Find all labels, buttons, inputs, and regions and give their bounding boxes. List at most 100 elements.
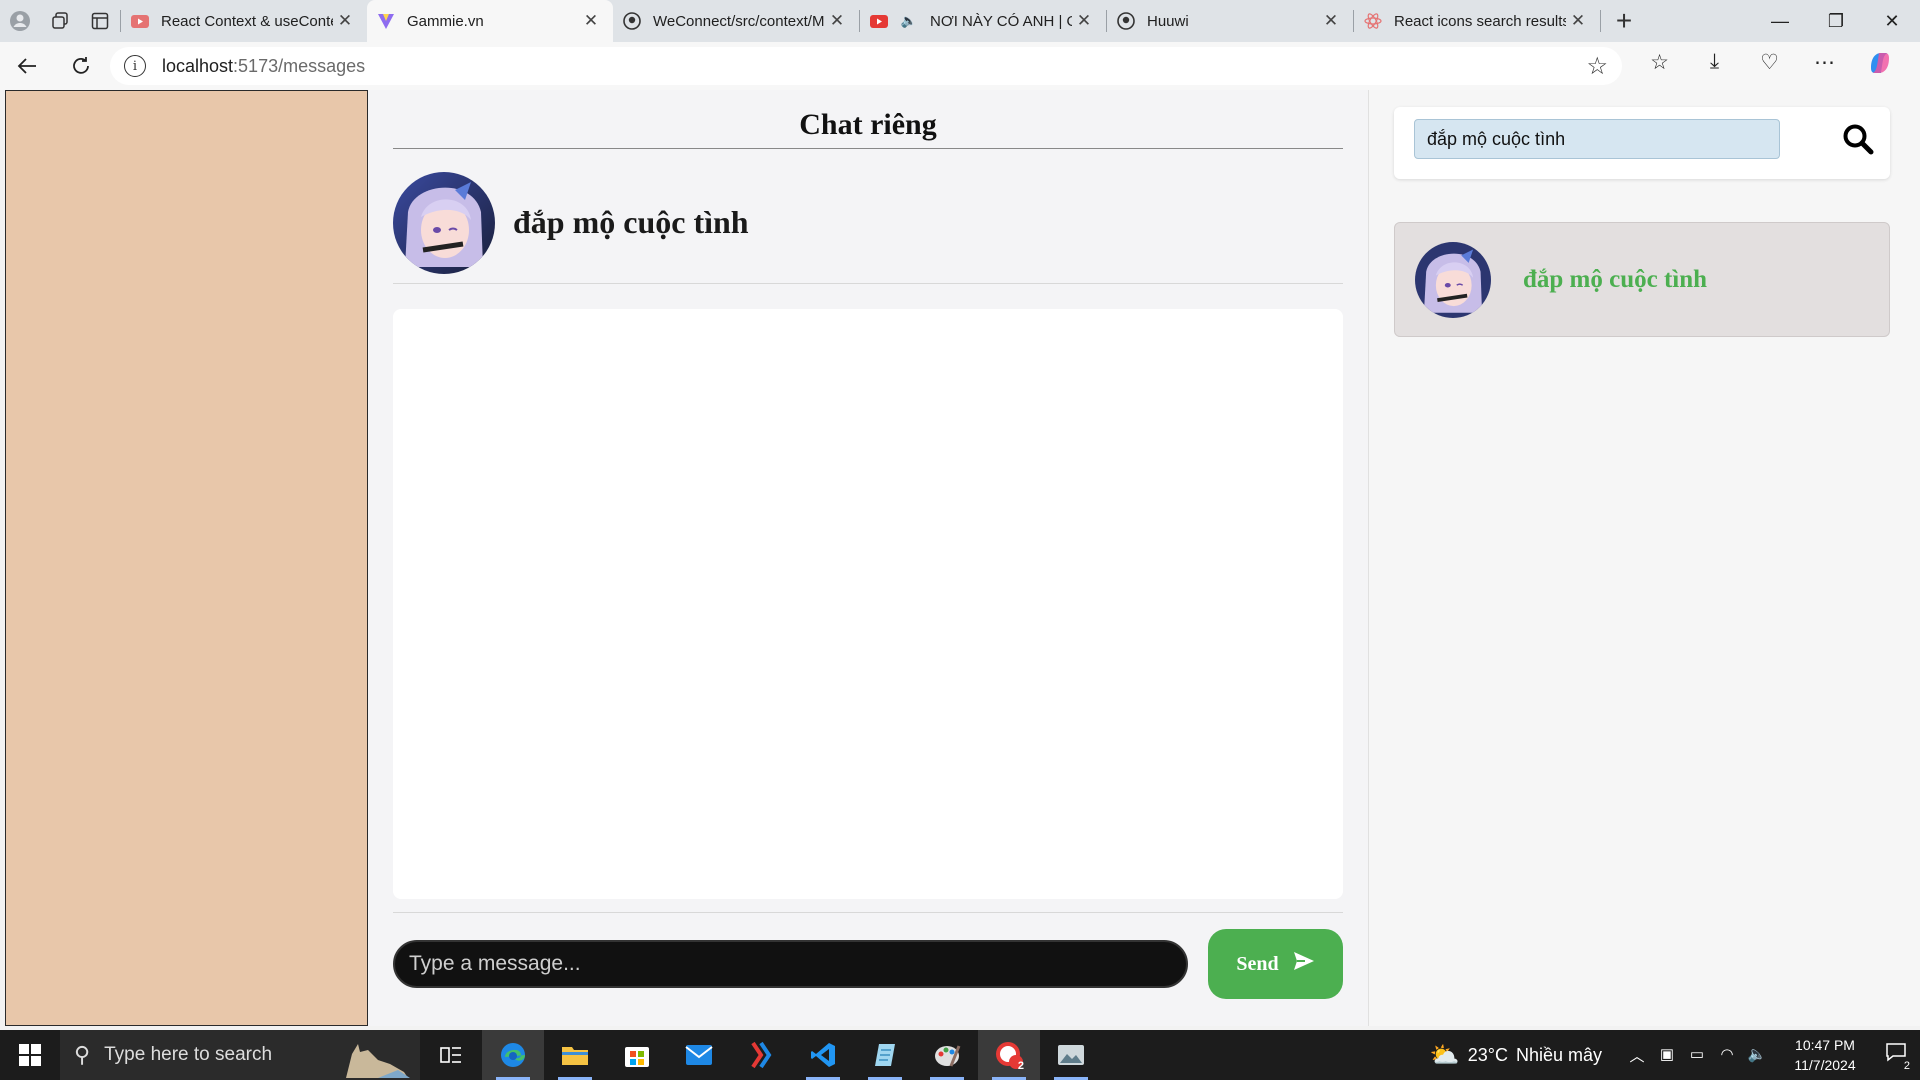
toolbar-actions: ☆ ⤓ ♡ ⋯ <box>1632 50 1907 82</box>
tab-react-icons[interactable]: React icons search results ✕ <box>1354 0 1600 42</box>
left-panel <box>5 90 368 1026</box>
system-tray: ⛅ 23°C Nhiều mây ︿ ▣ ▭ ◠ 🔈 10:47 PM 11/7… <box>1430 1030 1920 1080</box>
restore-icon[interactable]: ❐ <box>1808 11 1864 32</box>
window-controls: — ❐ ✕ <box>1752 11 1920 32</box>
favorites-icon[interactable]: ☆ <box>1632 50 1687 82</box>
microsoft-store-icon[interactable] <box>606 1030 668 1080</box>
weather-text: Nhiều mây <box>1515 1044 1602 1065</box>
favorite-star-icon[interactable]: ☆ <box>1586 52 1608 81</box>
close-tab-icon[interactable]: ✕ <box>1566 11 1590 31</box>
page-title: Chat riêng <box>393 108 1343 149</box>
search-input[interactable] <box>1414 119 1780 159</box>
tab-gammie[interactable]: Gammie.vn ✕ <box>367 0 613 42</box>
workspaces-icon[interactable] <box>40 0 80 42</box>
more-menu-icon[interactable]: ⋯ <box>1797 50 1852 82</box>
github-icon <box>623 12 641 30</box>
profile-icon[interactable] <box>0 0 40 42</box>
chat-panel: Chat riêng đắp mộ cuộc tình Type a messa… <box>368 90 1368 1026</box>
notification-badge: 2 <box>1017 1060 1024 1072</box>
file-explorer-icon[interactable] <box>544 1030 606 1080</box>
notification-count: 2 <box>1903 1060 1910 1072</box>
chat-partner-name: đắp mộ cuộc tình <box>513 204 749 240</box>
speaker-icon[interactable]: 🔈 <box>900 12 918 30</box>
tab-title: React Context & useConte <box>161 12 333 30</box>
downloads-icon[interactable]: ⤓ <box>1687 50 1742 82</box>
close-tab-icon[interactable]: ✕ <box>579 11 603 31</box>
back-arrow-icon[interactable] <box>0 42 54 90</box>
meet-icon[interactable]: ▣ <box>1652 1045 1682 1066</box>
zalo-icon[interactable]: 2 <box>978 1030 1040 1080</box>
message-input[interactable] <box>393 940 1188 988</box>
divider <box>393 912 1343 913</box>
browser-tab-strip: React Context & useConte ✕ Gammie.vn ✕ W… <box>0 0 1920 42</box>
reload-icon[interactable] <box>54 42 108 90</box>
git-tool-icon[interactable] <box>730 1030 792 1080</box>
vertical-tabs-icon[interactable] <box>80 0 120 42</box>
chat-partner-header: đắp mộ cuộc tình <box>393 162 1343 284</box>
vite-icon <box>377 12 395 30</box>
close-tab-icon[interactable]: ✕ <box>1072 11 1096 31</box>
edge-browser-icon[interactable] <box>482 1030 544 1080</box>
close-tab-icon[interactable]: ✕ <box>1319 11 1343 31</box>
notification-center-icon[interactable]: 2 <box>1872 1042 1920 1072</box>
vscode-icon[interactable] <box>792 1030 854 1080</box>
tray-icons: ︿ ▣ ▭ ◠ 🔈 <box>1622 1045 1772 1066</box>
browser-essentials-icon[interactable]: ♡ <box>1742 50 1797 82</box>
tab-title: NƠI NÀY CÓ ANH | O <box>930 12 1072 30</box>
search-result-item[interactable]: đắp mộ cuộc tình <box>1394 222 1890 337</box>
tab-title: Gammie.vn <box>407 12 484 30</box>
address-bar[interactable]: i localhost:5173/messages ☆ <box>110 47 1622 85</box>
taskbar-search[interactable]: ⚲ Type here to search <box>60 1030 420 1080</box>
tab-title: WeConnect/src/context/M <box>653 12 825 30</box>
photos-icon[interactable] <box>1040 1030 1102 1080</box>
battery-icon[interactable]: ▭ <box>1682 1045 1712 1066</box>
youtube-icon <box>870 12 888 30</box>
partly-cloudy-icon: ⛅ <box>1429 1041 1460 1069</box>
search-box <box>1394 107 1890 179</box>
page-content: Chat riêng đắp mộ cuộc tình Type a messa… <box>0 90 1920 1030</box>
tab-title: Huuwi <box>1147 12 1189 30</box>
react-icons-icon <box>1364 12 1382 30</box>
windows-start-icon[interactable] <box>0 1030 60 1080</box>
windows-taskbar: ⚲ Type here to search 2 ⛅ 23°C Nhiều mây… <box>0 1030 1920 1080</box>
youtube-icon <box>131 12 149 30</box>
tab-weconnect[interactable]: WeConnect/src/context/M ✕ <box>613 0 859 42</box>
clock-time: 10:47 PM <box>1795 1037 1855 1053</box>
new-tab-button[interactable]: + <box>1601 5 1647 37</box>
mail-icon[interactable] <box>668 1030 730 1080</box>
user-search-panel: đắp mộ cuộc tình <box>1368 90 1920 1026</box>
paper-plane-icon <box>1293 951 1315 977</box>
weather-widget[interactable]: ⛅ 23°C Nhiều mây <box>1430 1041 1602 1070</box>
copilot-icon[interactable] <box>1852 50 1907 82</box>
avatar <box>1415 241 1491 318</box>
wolf-illustration-icon <box>346 1044 410 1078</box>
taskbar-search-placeholder: Type here to search <box>104 1044 273 1065</box>
site-info-icon[interactable]: i <box>124 55 146 77</box>
avatar <box>393 171 495 274</box>
search-result-name: đắp mộ cuộc tình <box>1523 265 1708 293</box>
minimize-icon[interactable]: — <box>1752 11 1808 32</box>
tab-huuwi[interactable]: Huuwi ✕ <box>1107 0 1353 42</box>
close-tab-icon[interactable]: ✕ <box>333 11 357 31</box>
send-label: Send <box>1236 952 1279 975</box>
notepad-icon[interactable] <box>854 1030 916 1080</box>
paint-icon[interactable] <box>916 1030 978 1080</box>
search-icon[interactable] <box>1842 123 1878 159</box>
send-button[interactable]: Send <box>1208 929 1343 999</box>
clock-date: 11/7/2024 <box>1794 1057 1856 1073</box>
clock[interactable]: 10:47 PM 11/7/2024 <box>1778 1035 1872 1075</box>
github-icon <box>1117 12 1135 30</box>
task-view-icon[interactable] <box>420 1030 482 1080</box>
url-text: localhost:5173/messages <box>162 55 366 76</box>
close-window-icon[interactable]: ✕ <box>1864 11 1920 32</box>
tab-title: React icons search results <box>1394 12 1566 30</box>
tab-noi-nay-co-anh[interactable]: 🔈 NƠI NÀY CÓ ANH | O ✕ <box>860 0 1106 42</box>
message-list[interactable] <box>393 309 1343 899</box>
volume-icon[interactable]: 🔈 <box>1742 1045 1772 1066</box>
wifi-icon[interactable]: ◠ <box>1712 1045 1742 1066</box>
weather-temp: 23°C <box>1467 1044 1508 1065</box>
tab-react-context[interactable]: React Context & useConte ✕ <box>121 0 367 42</box>
browser-toolbar: i localhost:5173/messages ☆ ☆ ⤓ ♡ ⋯ <box>0 42 1920 90</box>
close-tab-icon[interactable]: ✕ <box>825 11 849 31</box>
chevron-up-icon[interactable]: ︿ <box>1622 1045 1652 1066</box>
